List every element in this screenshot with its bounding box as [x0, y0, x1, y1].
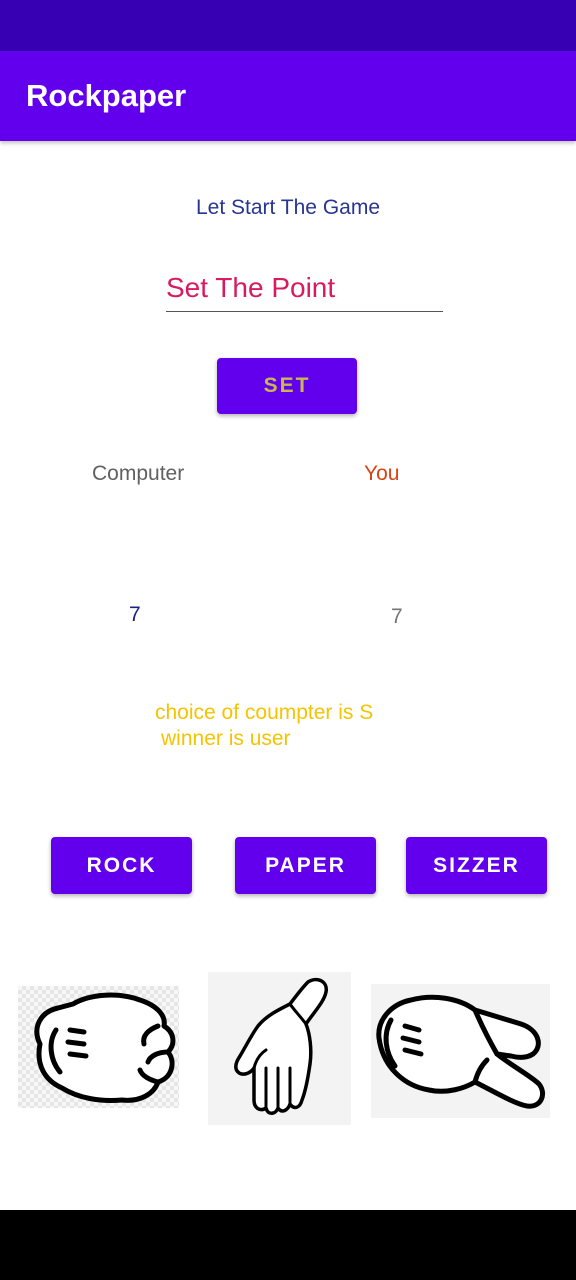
computer-score: 7	[129, 603, 141, 626]
rock-button[interactable]: ROCK	[51, 837, 192, 894]
rock-hand-icon	[34, 992, 176, 1103]
paper-button[interactable]: PAPER	[235, 837, 376, 894]
status-bar	[0, 0, 576, 51]
rock-image[interactable]	[18, 986, 179, 1108]
computer-choice-text: choice of coumpter is S	[155, 701, 374, 724]
app-bar: Rockpaper	[0, 51, 576, 141]
set-button[interactable]: SET	[217, 358, 357, 414]
scissors-image[interactable]	[371, 984, 550, 1118]
computer-label: Computer	[92, 462, 185, 485]
scissors-hand-icon	[376, 994, 545, 1109]
game-subtitle: Let Start The Game	[195, 196, 381, 219]
sizzer-button[interactable]: SIZZER	[406, 837, 547, 894]
point-input[interactable]	[166, 268, 443, 308]
winner-text: winner is user	[161, 727, 291, 750]
point-field[interactable]	[166, 268, 443, 312]
paper-hand-icon	[234, 977, 328, 1115]
navigation-bar	[0, 1210, 576, 1280]
you-score: 7	[391, 605, 403, 628]
app-title: Rockpaper	[26, 78, 187, 113]
screen: Rockpaper Let Start The Game SET Compute…	[0, 0, 576, 1280]
you-label: You	[364, 462, 400, 485]
paper-image[interactable]	[208, 972, 351, 1125]
